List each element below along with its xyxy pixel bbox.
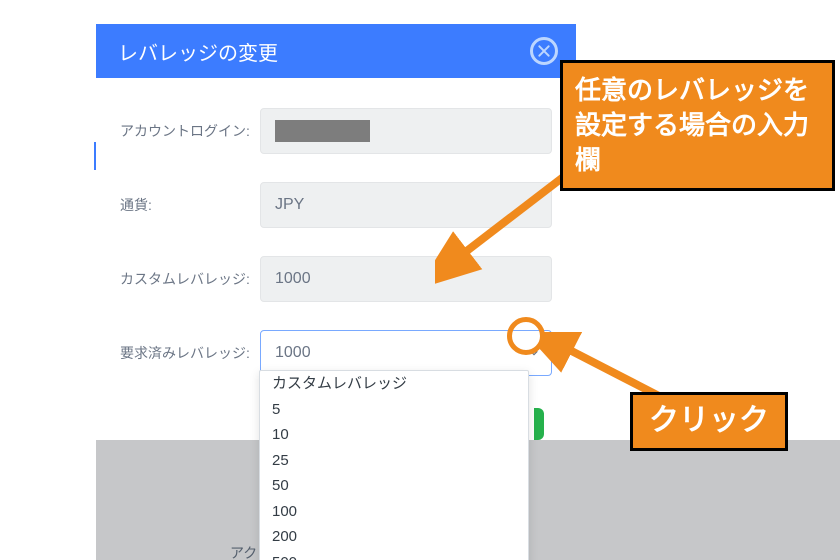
annotation-callout-click: クリック [630, 392, 788, 451]
dropdown-option[interactable]: 5 [260, 397, 528, 423]
close-icon[interactable] [530, 37, 558, 65]
dropdown-option[interactable]: 25 [260, 448, 528, 474]
dropdown-option[interactable]: 10 [260, 422, 528, 448]
dropdown-option[interactable]: 200 [260, 524, 528, 550]
label-account-login: アカウントログイン: [120, 121, 260, 142]
dropdown-option[interactable]: カスタムレバレッジ [260, 371, 528, 397]
custom-leverage-value: 1000 [275, 270, 311, 288]
dropdown-option[interactable]: 500 [260, 550, 528, 560]
label-requested-leverage: 要求済みレバレッジ: [120, 343, 260, 364]
modal-header: レバレッジの変更 [96, 24, 576, 78]
currency-value: JPY [275, 196, 304, 214]
annotation-callout-input: 任意のレバレッジを設定する場合の入力欄 [560, 60, 835, 191]
label-currency: 通貨: [120, 195, 260, 216]
requested-leverage-value: 1000 [275, 344, 311, 362]
dropdown-option[interactable]: 100 [260, 499, 528, 525]
dropdown-option[interactable]: 50 [260, 473, 528, 499]
leverage-dropdown: カスタムレバレッジ51025501002005001000 [259, 370, 529, 560]
annotation-ring [507, 317, 545, 355]
label-custom-leverage: カスタムレバレッジ: [120, 269, 260, 290]
modal-title: レバレッジの変更 [118, 37, 278, 66]
